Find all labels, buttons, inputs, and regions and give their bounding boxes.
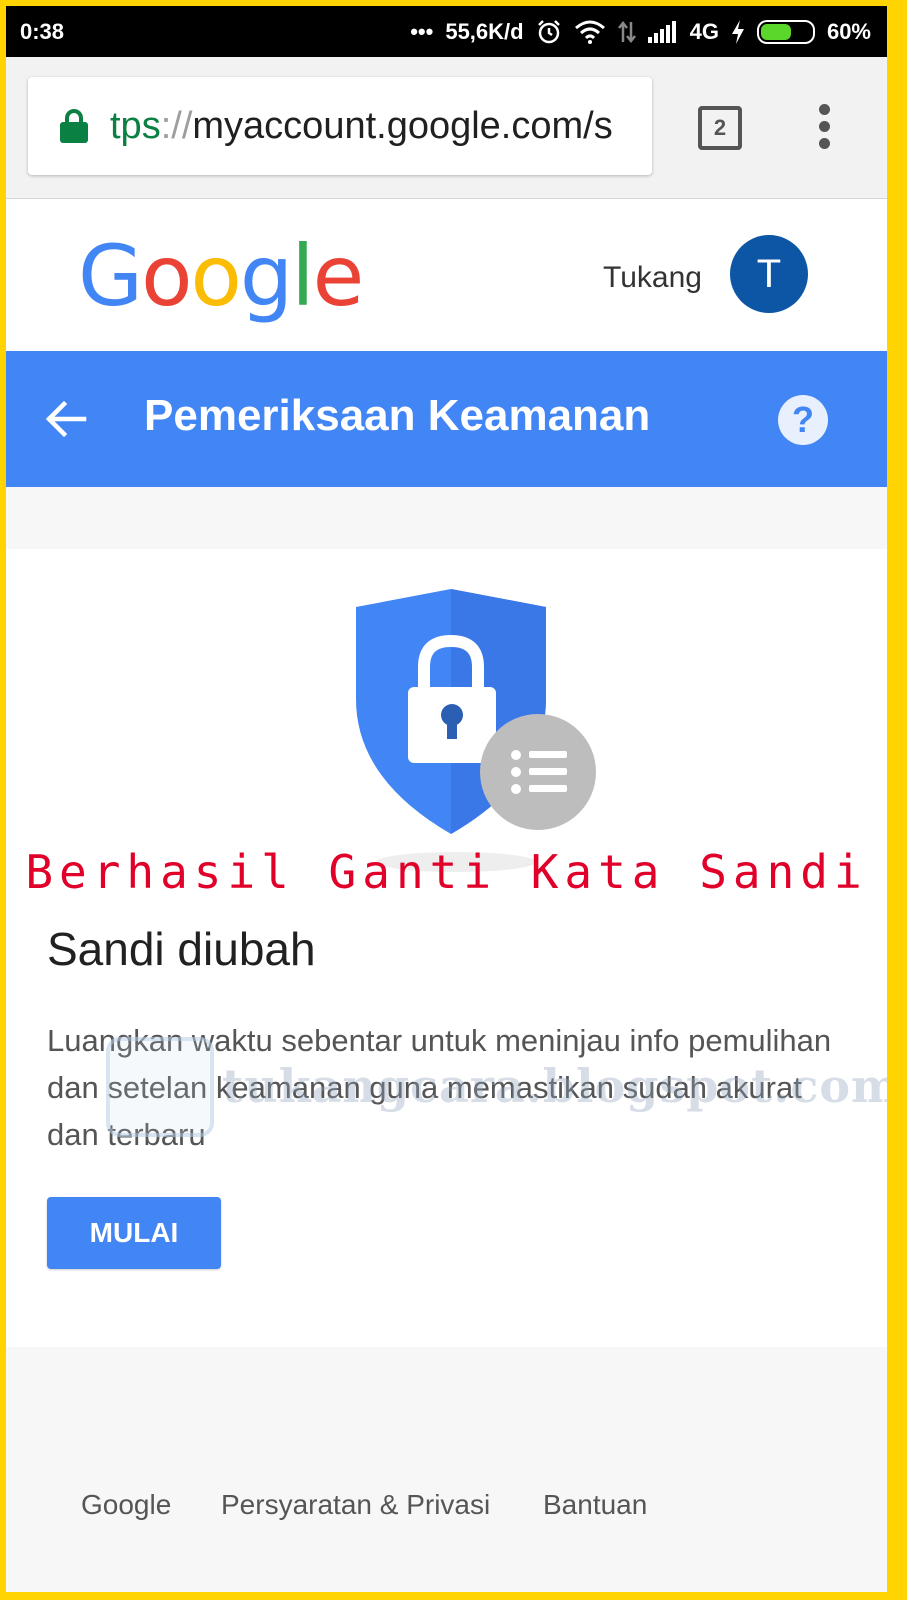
success-caption: Berhasil Ganti Kata Sandi [25,845,868,899]
battery-percent: 60% [826,18,871,44]
url-text: tps://myaccount.google.com/s [110,105,613,148]
logo-letter: l [291,227,314,325]
logo-letter: e [312,227,365,325]
footer-link-terms-privacy[interactable]: Persyaratan & Privasi [221,1489,490,1521]
url-scheme: tps [110,104,161,147]
footer: Google Persyaratan & Privasi Bantuan [6,1347,887,1592]
screen-frame: 0:38 ••• 55,6K/d 4G 60% tps://myaccount.… [6,6,887,1592]
alarm-icon [537,19,560,43]
footer-link-help[interactable]: Bantuan [543,1489,647,1521]
wifi-icon [574,20,605,44]
network-type: 4G [689,18,719,44]
url-separator: :// [160,104,193,147]
logo-letter: o [141,227,192,325]
charging-icon [731,19,744,44]
browser-toolbar: tps://myaccount.google.com/s 2 [6,57,887,199]
data-arrows-icon [617,20,636,43]
url-host: myaccount.google.com/s [192,104,613,147]
status-bar: 0:38 ••• 55,6K/d 4G 60% [6,6,887,57]
address-bar[interactable]: tps://myaccount.google.com/s [28,77,652,175]
account-name[interactable]: Tukang [603,261,702,295]
network-speed: 55,6K/d [445,18,524,44]
signal-icon [647,20,676,43]
footer-link-google[interactable]: Google [81,1489,171,1521]
tab-switcher-button[interactable]: 2 [698,106,742,150]
battery-fill [760,23,791,40]
google-logo[interactable]: Google [78,227,365,325]
logo-letter: G [78,227,143,325]
content-spacer [6,487,887,549]
google-header: Google Tukang T [6,199,887,351]
back-arrow-icon[interactable] [44,397,88,441]
card-title: Sandi diubah [47,923,316,975]
battery-icon [756,19,815,44]
avatar[interactable]: T [730,235,808,313]
status-icons: ••• 55,6K/d 4G 60% [410,19,871,45]
page-title: Pemeriksaan Keamanan [144,391,651,440]
start-button[interactable]: MULAI [47,1197,221,1269]
status-time: 0:38 [20,18,65,44]
logo-letter: g [239,227,293,325]
card-description: Luangkan waktu sebentar untuk meninjau i… [47,1023,832,1152]
overflow-menu-icon[interactable] [816,104,832,150]
security-check-card: Berhasil Ganti Kata Sandi Sandi diubah L… [6,549,887,1347]
logo-letter: o [190,227,242,325]
help-icon[interactable]: ? [778,395,828,445]
dots-icon: ••• [410,18,434,44]
app-bar: Pemeriksaan Keamanan ? [6,351,887,487]
lock-icon [60,109,88,143]
security-shield-illustration [356,589,596,872]
